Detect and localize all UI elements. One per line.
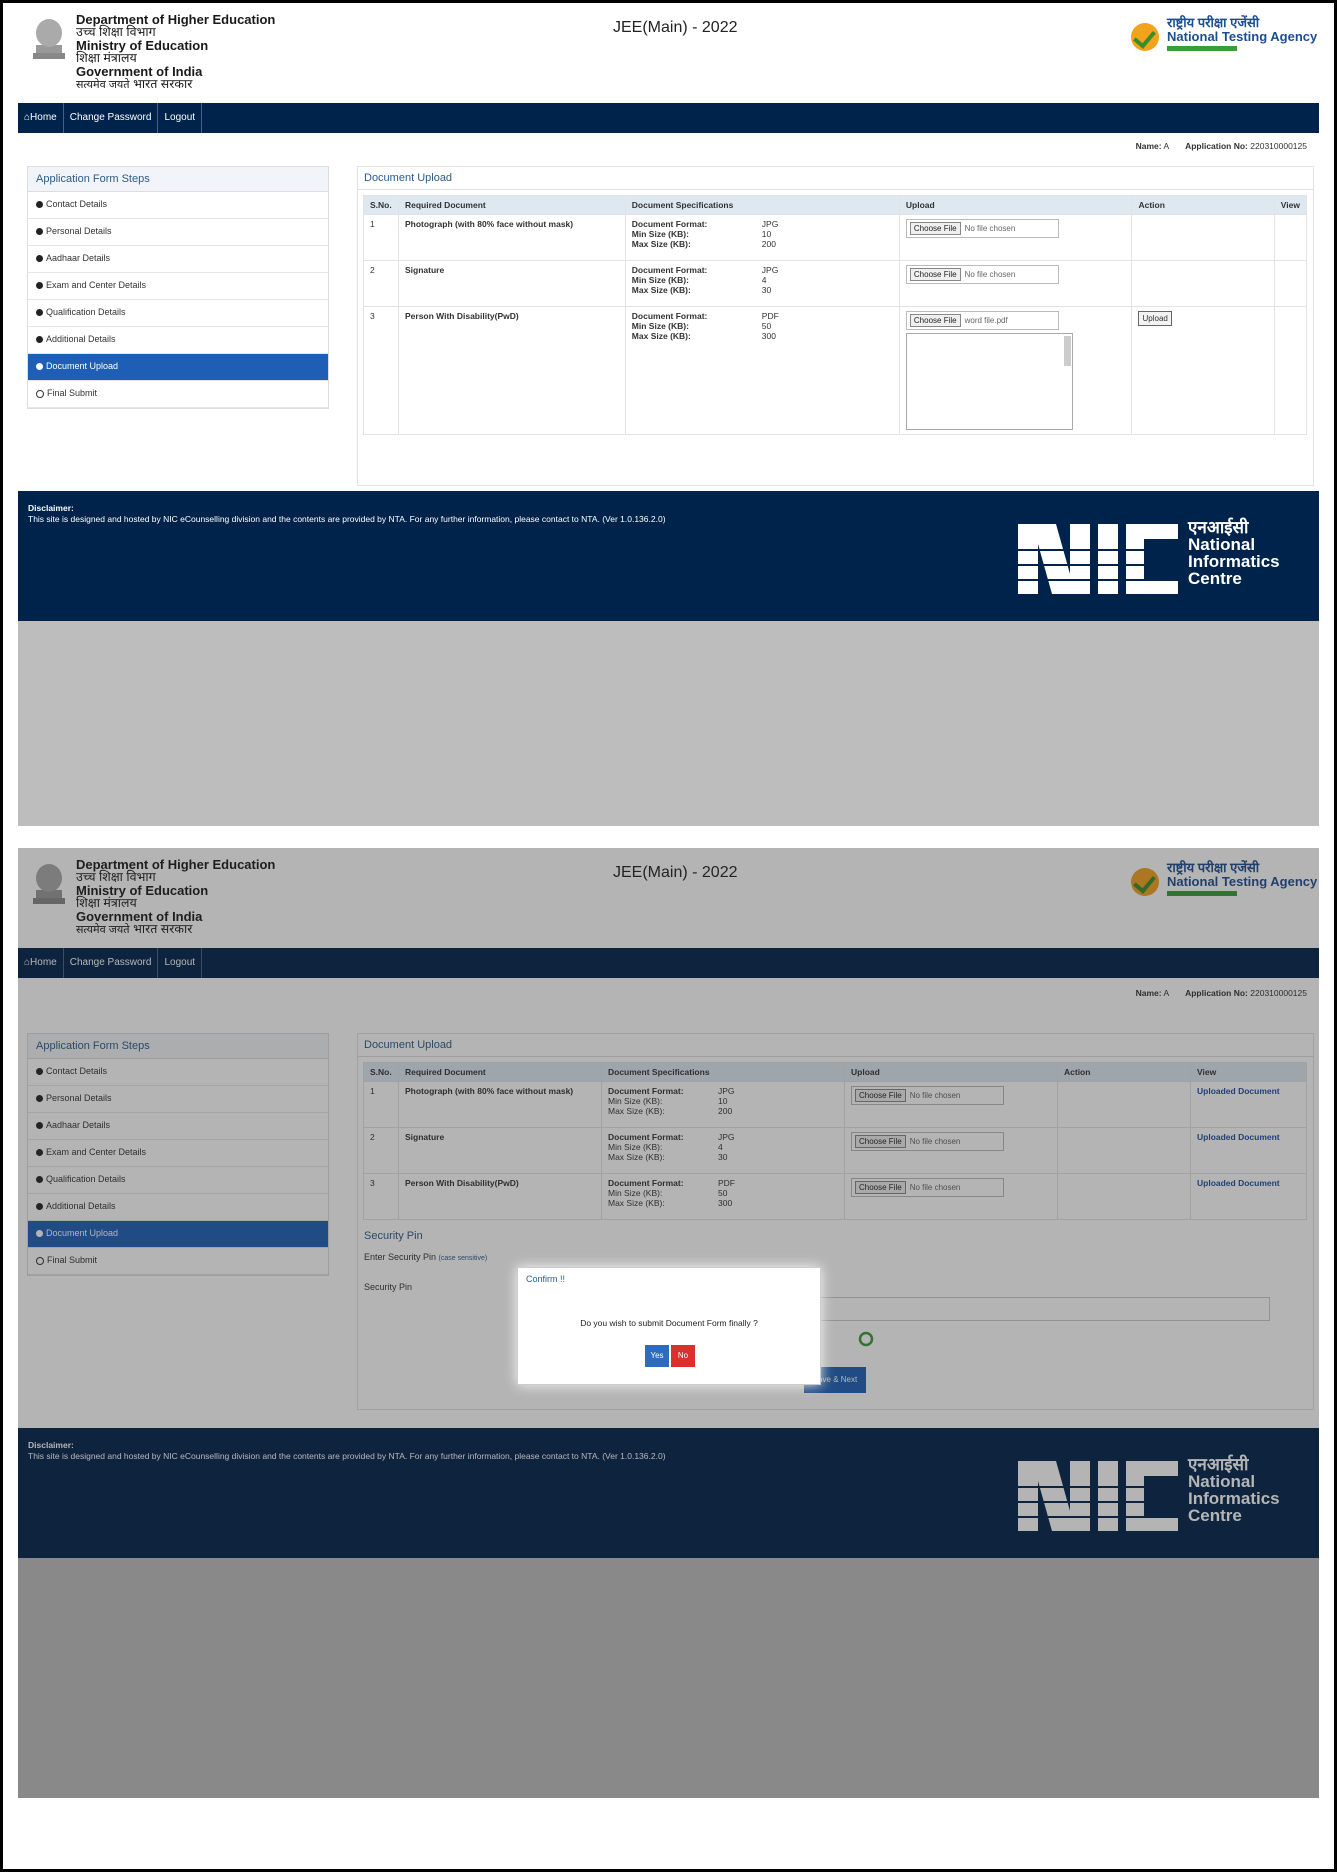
file-input[interactable]: Choose File No file chosen bbox=[905, 219, 1059, 238]
disclaimer: Disclaimer: This site is designed and hos… bbox=[28, 503, 666, 524]
document-upload-panel: Document Upload S.No. Required Document … bbox=[357, 166, 1314, 486]
choose-file-button[interactable]: Choose File bbox=[909, 268, 961, 281]
nta-check-icon bbox=[1131, 23, 1159, 51]
table-row: 1 Photograph (with 80% face without mask… bbox=[363, 214, 1308, 261]
blank-area bbox=[18, 621, 1319, 826]
step-exam-center-details[interactable]: Exam and Center Details bbox=[28, 273, 328, 300]
site-header: Department of Higher Education उच्च शिक्… bbox=[18, 3, 1319, 103]
screenshot-document-upload: Department of Higher Education उच्च शिक्… bbox=[18, 3, 1319, 826]
dialog-title: Confirm !! bbox=[526, 1274, 566, 1284]
exam-title: JEE(Main) - 2022 bbox=[613, 19, 738, 36]
check-circle-icon bbox=[36, 228, 43, 236]
application-number: 220310000125 bbox=[1250, 141, 1307, 151]
document-table: S.No. Required Document Document Specifi… bbox=[363, 195, 1308, 435]
yes-button[interactable]: Yes bbox=[645, 1345, 669, 1367]
step-contact-details[interactable]: Contact Details bbox=[28, 192, 328, 219]
step-personal-details[interactable]: Personal Details bbox=[28, 219, 328, 246]
check-circle-icon bbox=[36, 336, 43, 344]
govt-hindi: भारत सरकार bbox=[133, 77, 193, 91]
sidebar-title: Application Form Steps bbox=[28, 167, 328, 192]
choose-file-button[interactable]: Choose File bbox=[909, 314, 961, 327]
circle-icon bbox=[36, 389, 44, 398]
step-final-submit[interactable]: Final Submit bbox=[28, 381, 328, 408]
col-upload: Upload bbox=[898, 195, 1133, 215]
dialog-message: Do you wish to submit Document Form fina… bbox=[580, 1318, 758, 1328]
col-specs: Document Specifications bbox=[624, 195, 900, 215]
upload-button[interactable]: Upload bbox=[1138, 311, 1172, 326]
nic-logo-icon bbox=[1018, 524, 1178, 594]
nta-english: National Testing Agency bbox=[1167, 29, 1318, 44]
nta-tagline-bar bbox=[1167, 46, 1237, 51]
check-circle-icon bbox=[36, 255, 43, 263]
col-document: Required Document bbox=[397, 195, 626, 215]
nav-logout[interactable]: Logout bbox=[158, 103, 203, 133]
step-qualification-details[interactable]: Qualification Details bbox=[28, 300, 328, 327]
check-circle-icon bbox=[36, 282, 43, 290]
emblem-motto: सत्यमेव जयते bbox=[76, 79, 130, 91]
confirm-dialog: Confirm !! Do you wish to submit Documen… bbox=[517, 1267, 821, 1385]
panel-title: Document Upload bbox=[358, 167, 1313, 190]
col-action: Action bbox=[1131, 195, 1275, 215]
user-name: A bbox=[1163, 141, 1169, 151]
no-button[interactable]: No bbox=[671, 1345, 695, 1367]
nic-logo: एनआईसी National Informatics Centre bbox=[1018, 519, 1280, 599]
national-emblem-icon bbox=[33, 19, 65, 59]
screenshot-confirm-dialog: Department of Higher Education उच्च शिक्… bbox=[18, 848, 1319, 1798]
step-document-upload[interactable]: Document Upload bbox=[28, 354, 328, 381]
steps-sidebar: Application Form Steps Contact Details P… bbox=[27, 166, 329, 409]
col-sno: S.No. bbox=[363, 195, 399, 215]
choose-file-button[interactable]: Choose File bbox=[909, 222, 961, 235]
table-row: 2 Signature Document Format: JPG Min Size … bbox=[363, 260, 1308, 307]
col-view: View bbox=[1273, 195, 1308, 215]
scrollbar[interactable] bbox=[1063, 336, 1071, 366]
user-info: Name: A Application No: 220310000125 bbox=[1135, 141, 1307, 151]
nav-change-password[interactable]: Change Password bbox=[64, 103, 159, 133]
check-circle-icon bbox=[36, 201, 43, 209]
site-footer: Disclaimer: This site is designed and hos… bbox=[18, 491, 1319, 621]
table-row: 3 Person With Disability(PwD) Document F… bbox=[363, 306, 1308, 435]
top-nav: ⌂ Home Change Password Logout bbox=[18, 103, 1319, 133]
govt-branding: Department of Higher Education उच्च शिक्… bbox=[76, 13, 275, 92]
check-circle-icon bbox=[36, 309, 43, 317]
check-circle-icon bbox=[36, 363, 43, 371]
file-input[interactable]: Choose File No file chosen bbox=[905, 265, 1059, 284]
table-header: S.No. Required Document Document Specifi… bbox=[363, 195, 1308, 215]
nav-home[interactable]: ⌂ Home bbox=[18, 103, 64, 133]
step-aadhaar-details[interactable]: Aadhaar Details bbox=[28, 246, 328, 273]
file-input[interactable]: Choose File word file.pdf bbox=[905, 311, 1059, 330]
step-additional-details[interactable]: Additional Details bbox=[28, 327, 328, 354]
file-preview-box[interactable] bbox=[905, 333, 1073, 430]
